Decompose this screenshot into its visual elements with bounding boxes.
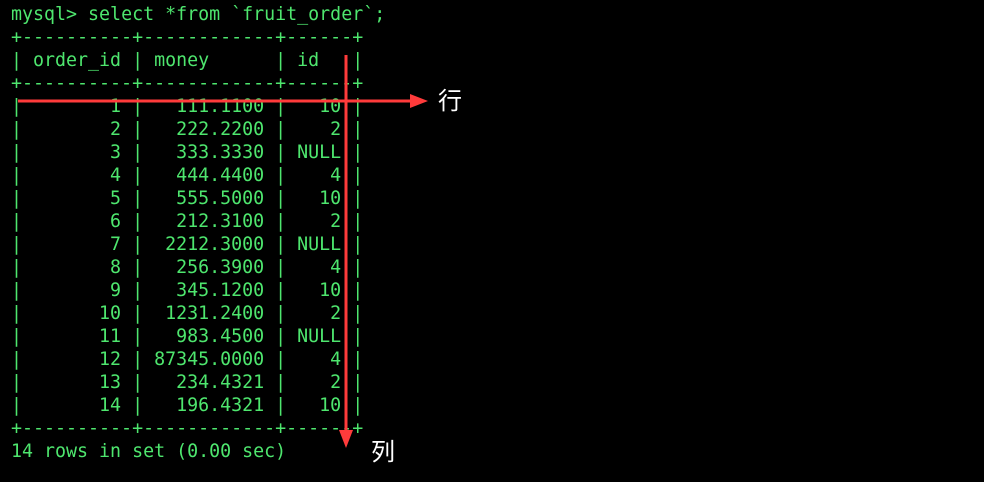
table-body: | 1 | 111.1100 | 10 | | 2 | 222.2200 | 2 … [11, 95, 385, 417]
table-row: | 3 | 333.3330 | NULL | [11, 142, 364, 163]
sql-command: select *from `fruit_order`; [88, 4, 386, 25]
table-row: | 4 | 444.4400 | 4 | [11, 165, 364, 186]
row-arrow-head [410, 94, 428, 108]
row-label: 行 [438, 87, 462, 115]
table-row: | 10 | 1231.2400 | 2 | [11, 303, 364, 324]
mysql-prompt: mysql> [11, 4, 89, 25]
table-row: | 9 | 345.1200 | 10 | [11, 280, 364, 301]
table-header-row: | order_id | money | id | [11, 50, 364, 71]
column-label: 列 [371, 438, 395, 466]
table-row: | 13 | 234.4321 | 2 | [11, 372, 364, 393]
command-line: mysql> select *from `fruit_order`; [11, 3, 385, 26]
table-row: | 12 | 87345.0000 | 4 | [11, 349, 364, 370]
table-row: | 8 | 256.3900 | 4 | [11, 257, 364, 278]
table-border-bottom: +----------+------------+------+ [11, 418, 364, 439]
table-row: | 14 | 196.4321 | 10 | [11, 395, 364, 416]
table-row: | 1 | 111.1100 | 10 | [11, 96, 364, 117]
result-footer: 14 rows in set (0.00 sec) [11, 441, 287, 462]
table-row: | 7 | 2212.3000 | NULL | [11, 234, 364, 255]
table-row: | 2 | 222.2200 | 2 | [11, 119, 364, 140]
terminal-output: mysql> select *from `fruit_order`; +-----… [11, 3, 385, 463]
table-row: | 5 | 555.5000 | 10 | [11, 188, 364, 209]
table-row: | 6 | 212.3100 | 2 | [11, 211, 364, 232]
table-border-top: +----------+------------+------+ [11, 27, 364, 48]
table-border-mid: +----------+------------+------+ [11, 73, 364, 94]
table-row: | 11 | 983.4500 | NULL | [11, 326, 364, 347]
